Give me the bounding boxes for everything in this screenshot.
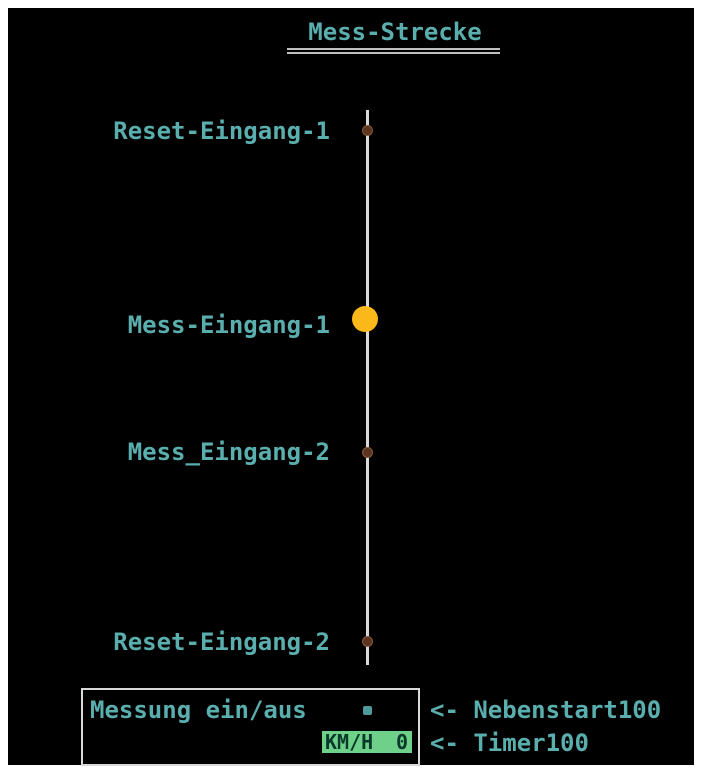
measurement-toggle-label: Messung ein/aus (90, 696, 307, 724)
screen: Mess-Strecke Reset-Eingang-1 Mess-Eingan… (0, 0, 701, 773)
node-marker-reset-2[interactable] (362, 636, 373, 647)
speed-unit: KM/H (325, 730, 374, 754)
title-underline (287, 48, 500, 54)
node-marker-mess-1-active[interactable] (352, 306, 378, 332)
measurement-toggle[interactable] (363, 706, 372, 715)
speed-value: 0 (395, 730, 408, 754)
page-title: Mess-Strecke (308, 18, 482, 46)
track-line (366, 110, 369, 665)
node-marker-mess-2[interactable] (362, 447, 373, 458)
node-label-mess-1: Mess-Eingang-1 (127, 311, 330, 339)
node-label-mess-2: Mess_Eingang-2 (127, 438, 330, 466)
speed-display: KM/H 0 (322, 731, 412, 753)
node-label-reset-1: Reset-Eingang-1 (113, 117, 330, 145)
toggle-source-annotation: <- Nebenstart100 (430, 696, 662, 724)
node-label-reset-2: Reset-Eingang-2 (113, 628, 330, 656)
speed-source-annotation: <- Timer100 (430, 729, 589, 757)
node-marker-reset-1[interactable] (362, 125, 373, 136)
